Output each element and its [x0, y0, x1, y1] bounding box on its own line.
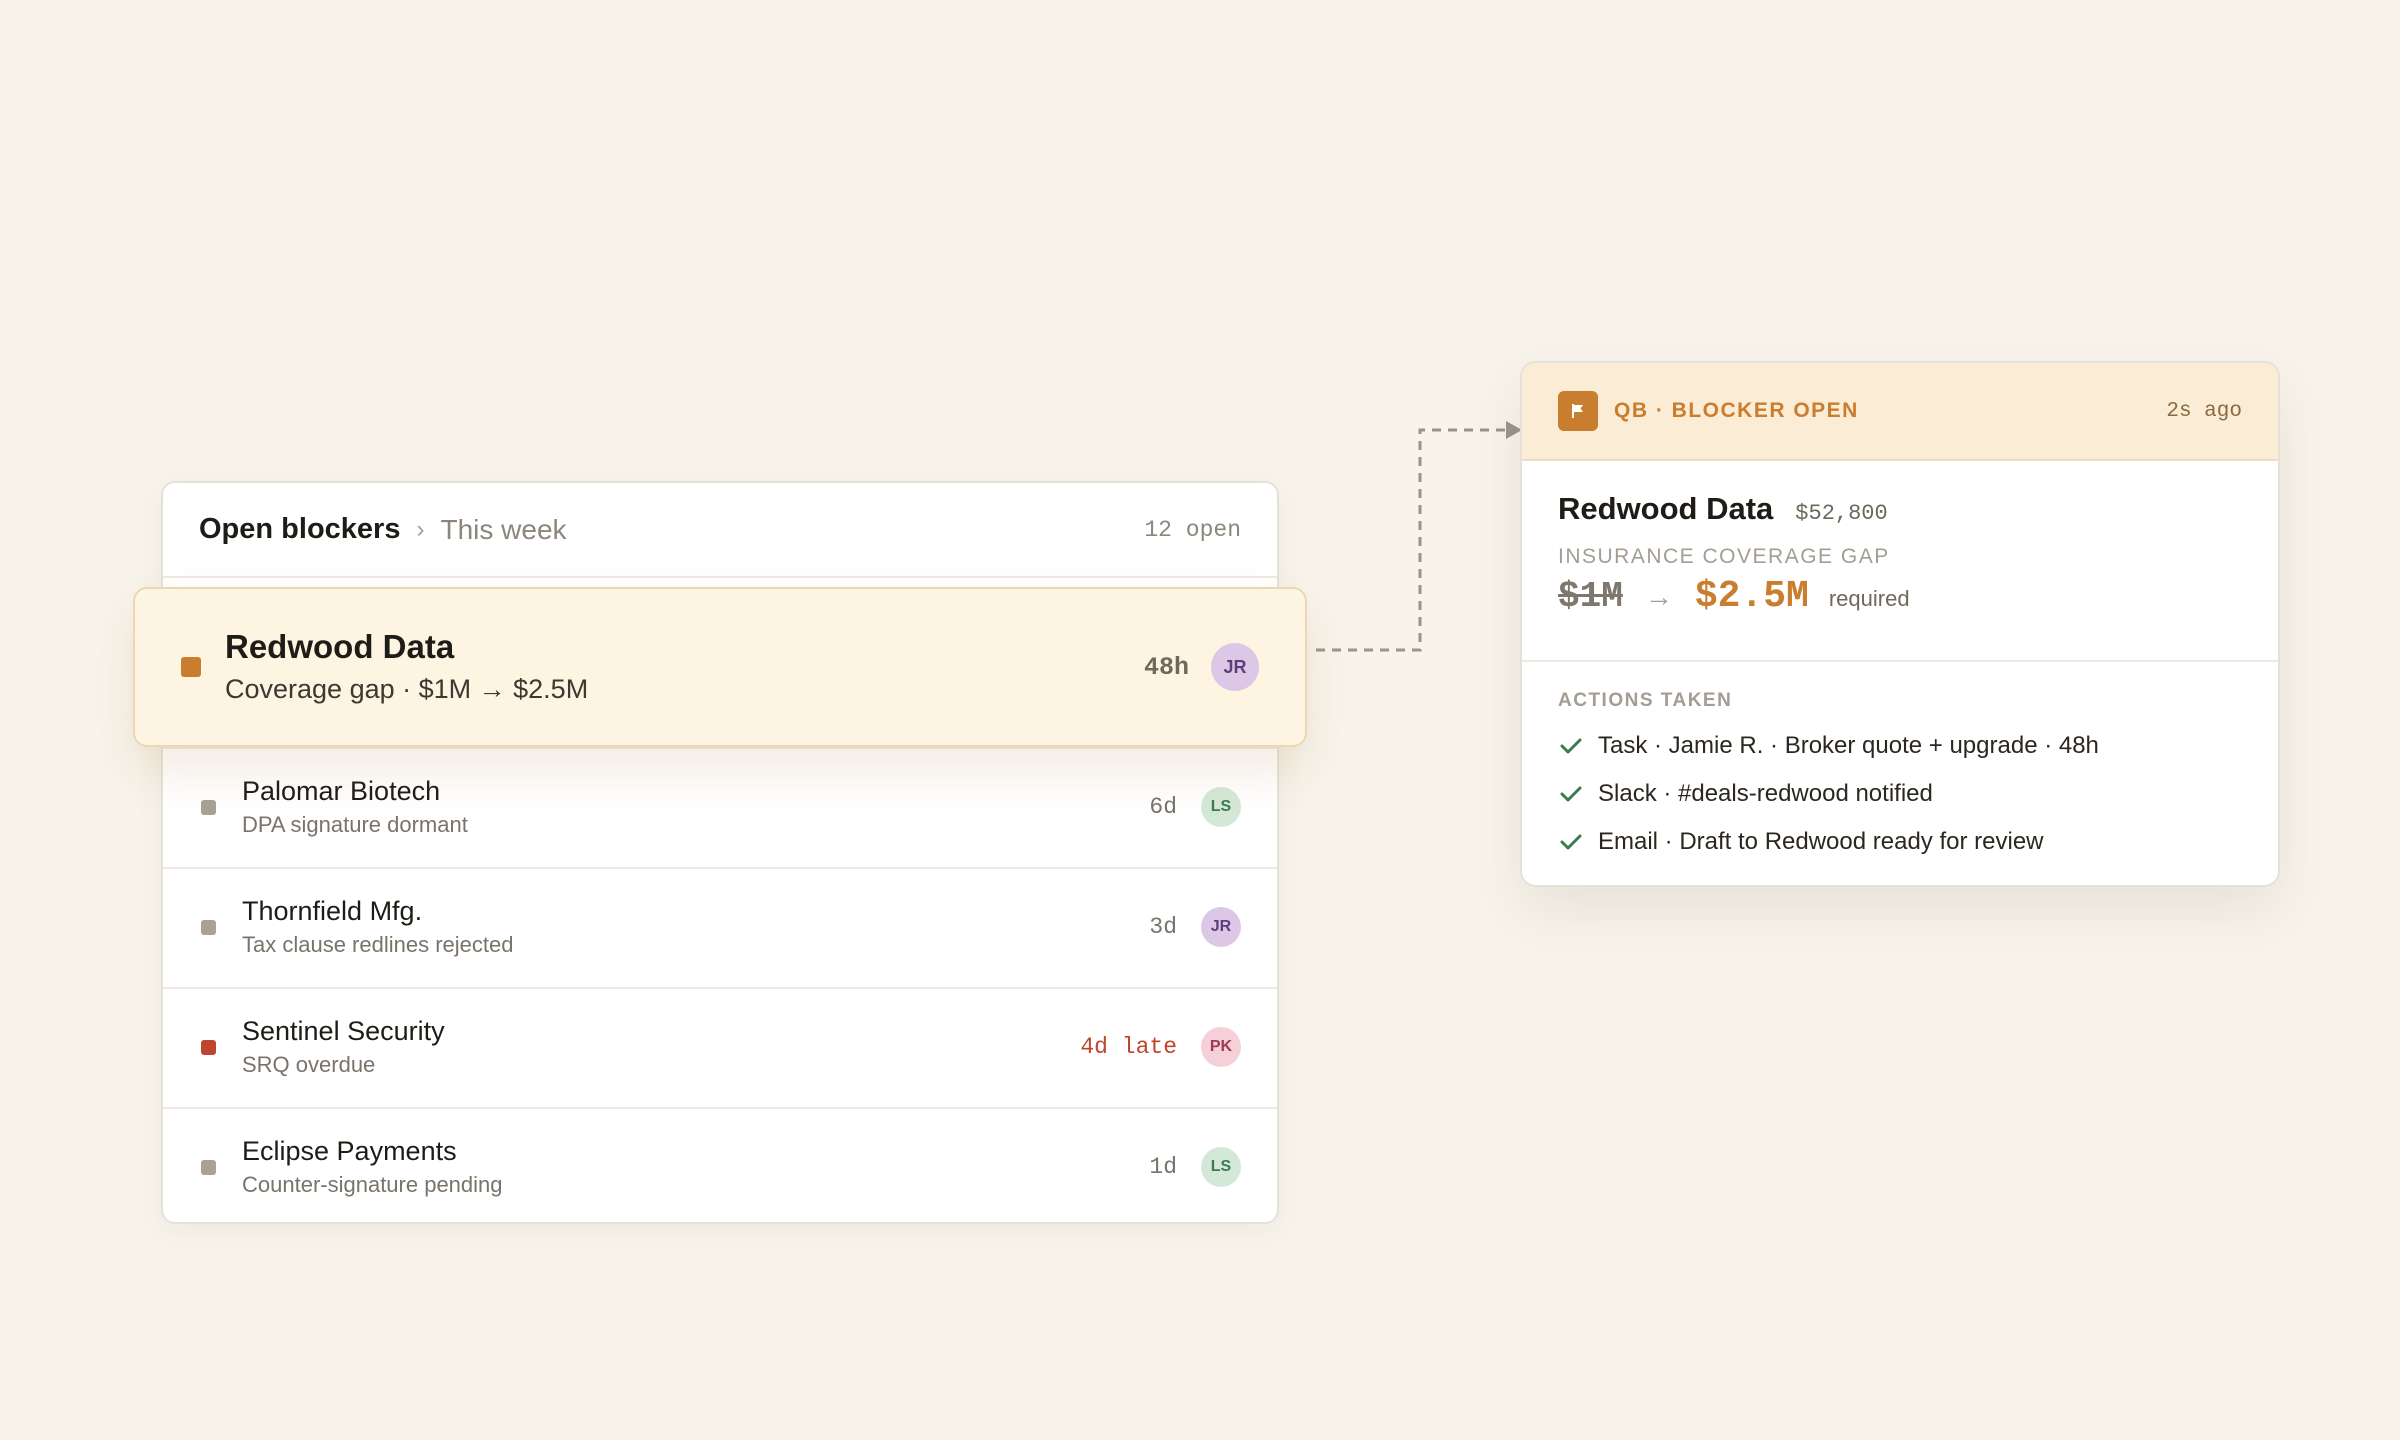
- deal-amount: $52,800: [1795, 501, 1888, 526]
- list-item[interactable]: Sentinel Security SRQ overdue 4d late PK: [163, 987, 1277, 1107]
- gap-required-label: required: [1828, 586, 1910, 611]
- action-text: Slack · #deals-redwood notified: [1598, 780, 1933, 807]
- age-label: 3d: [1149, 914, 1177, 940]
- timestamp: 2s ago: [2166, 399, 2242, 423]
- blocker-desc: Tax clause redlines rejected: [242, 932, 514, 957]
- action-item[interactable]: Task · Jamie R. · Broker quote + upgrade…: [1558, 732, 2242, 760]
- age-label: 1d: [1149, 1154, 1177, 1180]
- age-label: 48h: [1143, 652, 1189, 682]
- panel-title[interactable]: Open blockers: [199, 513, 400, 546]
- flag-icon: [1558, 391, 1598, 431]
- avatar[interactable]: JR: [1211, 643, 1259, 691]
- gap-label: INSURANCE COVERAGE GAP: [1558, 545, 1890, 568]
- card-status-label: QB · BLOCKER OPEN: [1614, 399, 1859, 422]
- action-text: Email · Draft to Redwood ready for revie…: [1598, 828, 2044, 855]
- row-divider: [163, 987, 1277, 989]
- age-label: 4d late: [1080, 1034, 1177, 1060]
- avatar[interactable]: PK: [1201, 1027, 1241, 1067]
- check-icon: [1560, 786, 1582, 802]
- list-item[interactable]: Thornfield Mfg. Tax clause redlines reje…: [163, 867, 1277, 987]
- age-label: 6d: [1149, 794, 1177, 820]
- action-item[interactable]: Email · Draft to Redwood ready for revie…: [1558, 828, 2242, 856]
- avatar[interactable]: LS: [1201, 787, 1241, 827]
- actions-section: ACTIONS TAKEN Task · Jamie R. · Broker q…: [1522, 662, 2278, 856]
- status-dot-late: [201, 1039, 216, 1055]
- deal-name: Thornfield Mfg.: [242, 896, 423, 926]
- check-icon: [1560, 738, 1582, 754]
- actions-heading: ACTIONS TAKEN: [1558, 690, 1733, 711]
- stage: Open blockers › This week 12 open Paloma…: [0, 0, 2400, 1440]
- breadcrumb-subtitle[interactable]: This week: [440, 514, 566, 546]
- deal-name: Redwood Data: [225, 628, 455, 665]
- highlighted-list-item[interactable]: Redwood Data Coverage gap · $1M → $2.5M …: [133, 587, 1307, 747]
- deal-name: Sentinel Security: [242, 1016, 445, 1046]
- blocker-detail-card: QB · BLOCKER OPEN 2s ago Redwood Data $5…: [1520, 361, 2280, 887]
- gap-new-value: $2.5M: [1694, 575, 1809, 618]
- action-item[interactable]: Slack · #deals-redwood notified: [1558, 780, 2242, 808]
- arrow-right-icon: →: [1644, 581, 1673, 612]
- check-icon: [1560, 834, 1582, 850]
- avatar[interactable]: LS: [1201, 1147, 1241, 1187]
- row-divider: [163, 747, 1277, 749]
- card-title: Redwood Data: [1558, 491, 1774, 526]
- blocker-desc: SRQ overdue: [242, 1052, 376, 1077]
- breadcrumb-chevron-icon: ›: [416, 515, 425, 543]
- open-count: 12 open: [1144, 516, 1241, 543]
- deal-name: Eclipse Payments: [242, 1136, 457, 1166]
- list-item[interactable]: Palomar Biotech DPA signature dormant 6d…: [163, 747, 1277, 867]
- status-dot: [201, 799, 216, 815]
- blocker-desc: DPA signature dormant: [242, 812, 468, 837]
- blocker-desc: Coverage gap · $1M → $2.5M: [225, 674, 589, 704]
- action-text: Task · Jamie R. · Broker quote + upgrade…: [1598, 732, 2099, 759]
- status-dot: [201, 919, 216, 935]
- row-divider: [163, 1107, 1277, 1109]
- avatar[interactable]: JR: [1201, 907, 1241, 947]
- card-summary: Redwood Data $52,800 INSURANCE COVERAGE …: [1522, 461, 2278, 662]
- deal-name: Palomar Biotech: [242, 776, 441, 806]
- card-header: QB · BLOCKER OPEN 2s ago: [1522, 363, 2278, 461]
- list-item[interactable]: Eclipse Payments Counter-signature pendi…: [163, 1107, 1277, 1227]
- row-divider: [163, 867, 1277, 869]
- status-dot: [201, 1159, 216, 1175]
- blocker-desc: Counter-signature pending: [242, 1172, 503, 1197]
- panel-header: Open blockers › This week 12 open: [163, 483, 1277, 578]
- gap-old-value: $1M: [1558, 576, 1623, 617]
- status-dot-active: [181, 657, 201, 677]
